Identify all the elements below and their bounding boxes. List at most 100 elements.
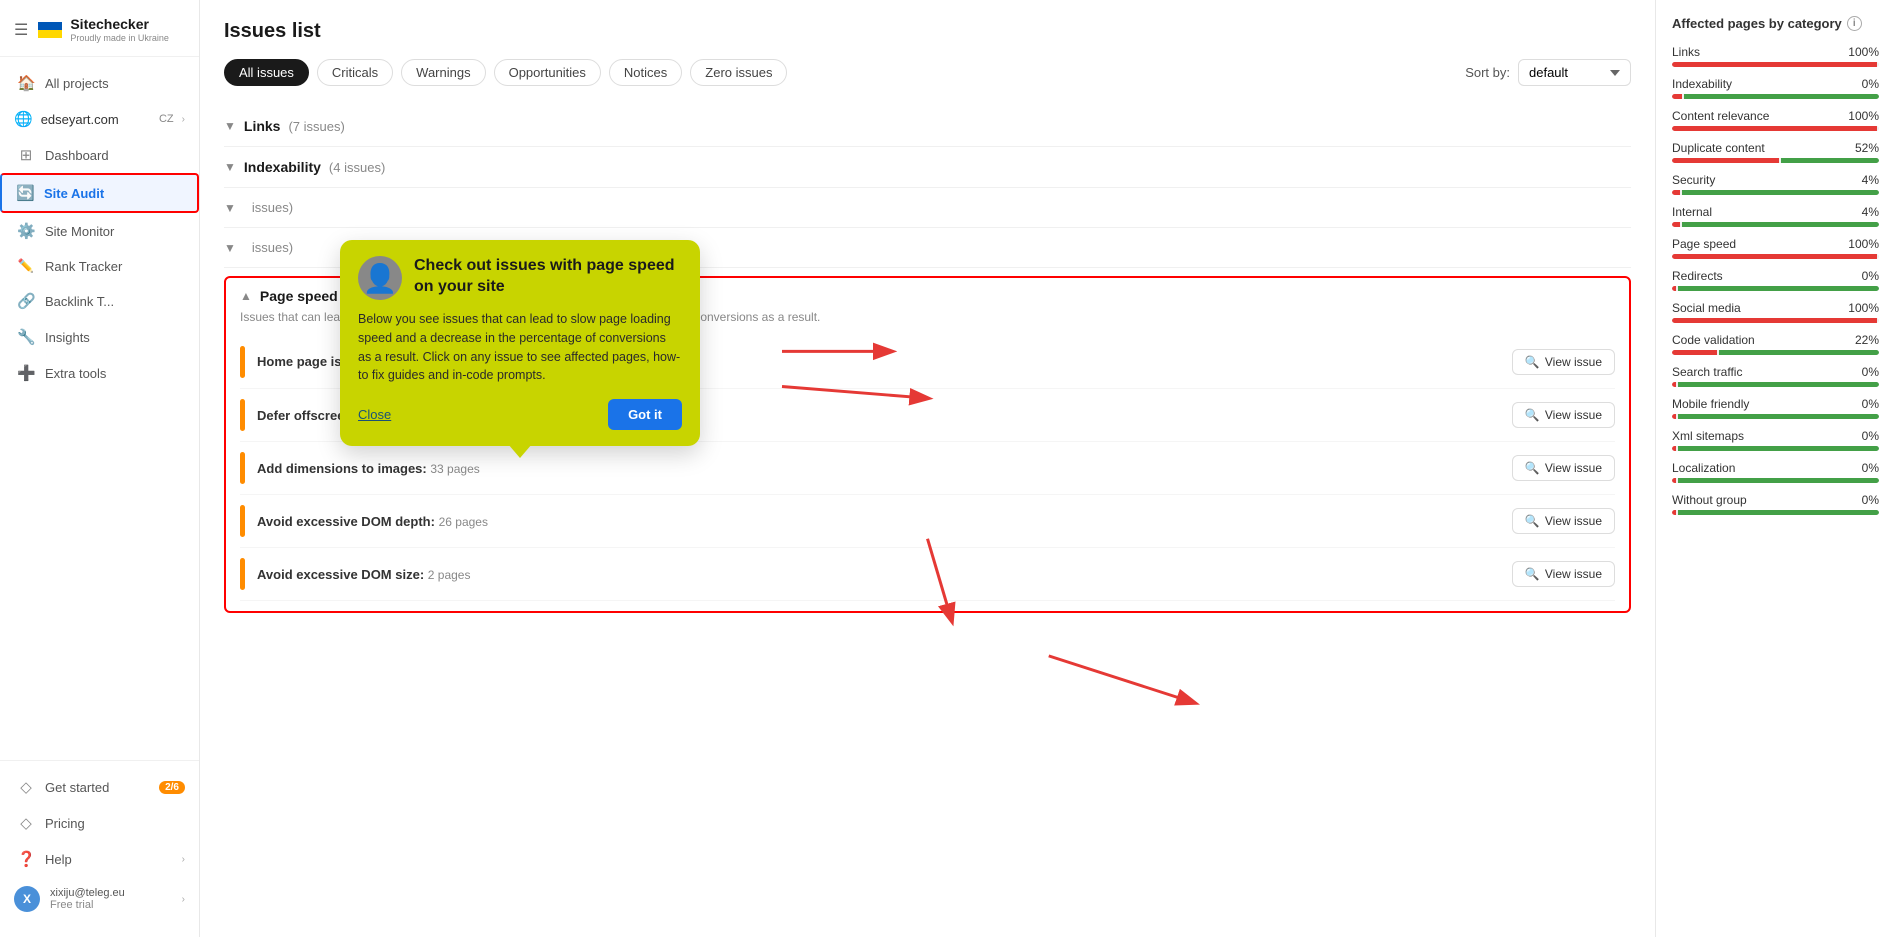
- tab-warnings[interactable]: Warnings: [401, 59, 485, 86]
- category-links-header[interactable]: ▼ Links (7 issues): [224, 118, 1631, 134]
- view-issue-button[interactable]: 🔍 View issue: [1512, 561, 1615, 587]
- issue-name: Avoid excessive DOM size:: [257, 567, 424, 582]
- category-stat: Code validation 22%: [1672, 333, 1879, 355]
- sidebar: ☰ Sitechecker Proudly made in Ukraine 🏠 …: [0, 0, 200, 937]
- category-stat-header: Mobile friendly 0%: [1672, 397, 1879, 411]
- sidebar-item-help[interactable]: ❓ Help ›: [0, 841, 199, 877]
- progress-bar-track: [1672, 286, 1879, 291]
- sidebar-bottom: ◇ Get started 2/6 ◇ Pricing ❓ Help › X x…: [0, 760, 199, 937]
- tab-notices[interactable]: Notices: [609, 59, 682, 86]
- right-sidebar-title-text: Affected pages by category: [1672, 16, 1842, 31]
- hamburger-icon[interactable]: ☰: [14, 20, 28, 40]
- dashboard-icon: ⊞: [17, 146, 35, 164]
- category-stat-header: Indexability 0%: [1672, 77, 1879, 91]
- tab-opportunities[interactable]: Opportunities: [494, 59, 601, 86]
- category-stat-name: Search traffic: [1672, 365, 1742, 379]
- category-stat-pct: 0%: [1862, 429, 1879, 443]
- sidebar-item-rank-tracker[interactable]: ✏️ Rank Tracker: [0, 249, 199, 283]
- category-stat-name: Content relevance: [1672, 109, 1769, 123]
- user-item[interactable]: X xixiju@teleg.eu Free trial ›: [0, 877, 199, 921]
- sort-label: Sort by:: [1465, 65, 1510, 80]
- category-stat-header: Content relevance 100%: [1672, 109, 1879, 123]
- domain-selector[interactable]: 🌐 edseyart.com CZ ›: [0, 101, 199, 137]
- progress-split: [1672, 286, 1879, 291]
- sort-select[interactable]: default name issues count: [1518, 59, 1631, 86]
- progress-green: [1678, 478, 1879, 483]
- sidebar-item-get-started[interactable]: ◇ Get started 2/6: [0, 769, 199, 805]
- issue-row: Avoid excessive DOM depth: 26 pages 🔍 Vi…: [240, 495, 1615, 548]
- category-stat: Internal 4%: [1672, 205, 1879, 227]
- category-count: issues): [252, 200, 293, 215]
- category-stat-pct: 0%: [1862, 77, 1879, 91]
- view-issue-button[interactable]: 🔍 View issue: [1512, 455, 1615, 481]
- issues-panel: Issues list All issues Criticals Warning…: [200, 0, 1655, 937]
- progress-red: [1672, 510, 1676, 515]
- progress-red: [1672, 94, 1682, 99]
- tooltip-footer: Close Got it: [358, 399, 682, 430]
- category-links: ▼ Links (7 issues): [224, 106, 1631, 147]
- category-stat-name: Redirects: [1672, 269, 1723, 283]
- sidebar-item-extra-tools[interactable]: ➕ Extra tools: [0, 355, 199, 391]
- tab-zero-issues[interactable]: Zero issues: [690, 59, 787, 86]
- sidebar-item-all-projects[interactable]: 🏠 All projects: [0, 65, 199, 101]
- sidebar-item-backlink[interactable]: 🔗 Backlink T...: [0, 283, 199, 319]
- category-stat-name: Page speed: [1672, 237, 1736, 251]
- get-started-icon: ◇: [17, 778, 35, 796]
- issue-text: Avoid excessive DOM size: 2 pages: [257, 567, 1500, 582]
- issue-text: Add dimensions to images: 33 pages: [257, 461, 1500, 476]
- info-icon[interactable]: i: [1847, 16, 1862, 31]
- category-stat-header: Internal 4%: [1672, 205, 1879, 219]
- issue-text: Avoid excessive DOM depth: 26 pages: [257, 514, 1500, 529]
- insights-icon: 🔧: [17, 328, 35, 346]
- category-stat-header: Code validation 22%: [1672, 333, 1879, 347]
- category-stat-name: Indexability: [1672, 77, 1732, 91]
- progress-bar-track: [1672, 478, 1879, 483]
- progress-green: [1678, 382, 1879, 387]
- view-issue-button[interactable]: 🔍 View issue: [1512, 349, 1615, 375]
- user-info: xixiju@teleg.eu Free trial: [50, 887, 172, 911]
- sidebar-item-label: Rank Tracker: [45, 259, 185, 274]
- tab-criticals[interactable]: Criticals: [317, 59, 393, 86]
- tooltip-got-it-button[interactable]: Got it: [608, 399, 682, 430]
- progress-split: [1672, 222, 1879, 227]
- progress-split: [1672, 94, 1879, 99]
- sidebar-item-label: Extra tools: [45, 366, 185, 381]
- progress-bar-track: [1672, 62, 1879, 67]
- warning-indicator: [240, 505, 245, 537]
- sidebar-item-label: All projects: [45, 76, 185, 91]
- sidebar-item-site-audit[interactable]: 🔄 Site Audit: [0, 173, 199, 213]
- category-stat-header: Links 100%: [1672, 45, 1879, 59]
- category-stat-header: Redirects 0%: [1672, 269, 1879, 283]
- view-issue-button[interactable]: 🔍 View issue: [1512, 508, 1615, 534]
- tooltip-body: Below you see issues that can lead to sl…: [358, 310, 682, 385]
- view-issue-button[interactable]: 🔍 View issue: [1512, 402, 1615, 428]
- sidebar-item-dashboard[interactable]: ⊞ Dashboard: [0, 137, 199, 173]
- category-stat-name: Security: [1672, 173, 1715, 187]
- logo-area: Sitechecker Proudly made in Ukraine: [36, 16, 169, 44]
- sidebar-item-label: Insights: [45, 330, 185, 345]
- filter-tabs: All issues Criticals Warnings Opportunit…: [224, 59, 1631, 86]
- warning-indicator: [240, 346, 245, 378]
- progress-bar-track: [1672, 126, 1879, 131]
- chevron-right-icon: ›: [182, 854, 185, 865]
- progress-split: [1672, 446, 1879, 451]
- category-stat-pct: 4%: [1862, 205, 1879, 219]
- chevron-down-icon: ▼: [224, 201, 236, 215]
- category-partial1-header[interactable]: ▼ issues): [224, 200, 1631, 215]
- chevron-down-icon: ▼: [224, 241, 236, 255]
- domain-name: edseyart.com: [41, 112, 149, 127]
- category-indexability-header[interactable]: ▼ Indexability (4 issues): [224, 159, 1631, 175]
- progress-split: [1672, 158, 1879, 163]
- tooltip-close-link[interactable]: Close: [358, 407, 391, 422]
- warning-indicator: [240, 399, 245, 431]
- search-icon: 🔍: [1525, 355, 1540, 369]
- sidebar-item-site-monitor[interactable]: ⚙️ Site Monitor: [0, 213, 199, 249]
- category-stat-header: Localization 0%: [1672, 461, 1879, 475]
- site-audit-icon: 🔄: [16, 184, 34, 202]
- tab-all-issues[interactable]: All issues: [224, 59, 309, 86]
- sidebar-item-pricing[interactable]: ◇ Pricing: [0, 805, 199, 841]
- progress-red: [1672, 382, 1676, 387]
- sidebar-item-insights[interactable]: 🔧 Insights: [0, 319, 199, 355]
- category-stat: Content relevance 100%: [1672, 109, 1879, 131]
- progress-red: [1672, 286, 1676, 291]
